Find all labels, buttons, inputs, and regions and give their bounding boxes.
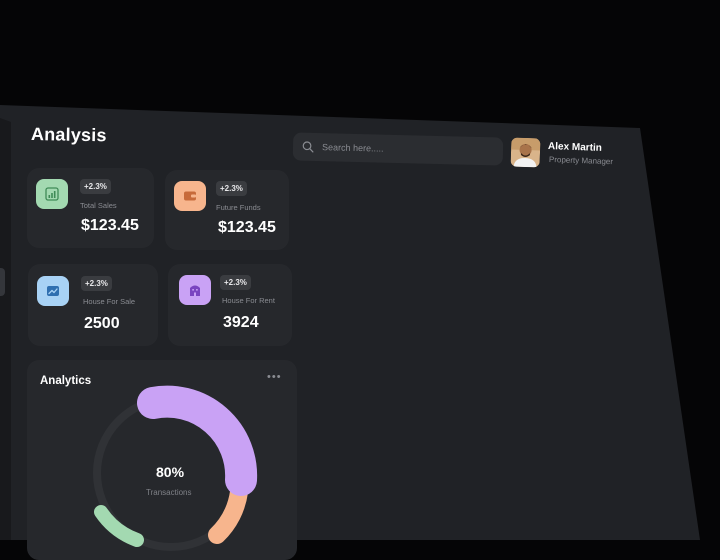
page-title: Analysis (30, 124, 107, 146)
bar-chart-icon (36, 179, 68, 209)
donut-chart (93, 385, 258, 551)
donut-segment-tertiary (94, 505, 144, 547)
stat-label: House For Rent (222, 296, 275, 305)
stat-card-house-for-rent[interactable]: +2.3% House For Rent 3924 (168, 264, 292, 346)
stat-label: Total Sales (80, 201, 117, 210)
stat-value: 2500 (84, 315, 120, 332)
change-badge: +2.3% (220, 275, 251, 290)
stat-label: House For Sale (83, 297, 136, 306)
change-badge: +2.3% (216, 181, 247, 196)
sidebar-active-indicator[interactable] (0, 268, 5, 296)
change-badge: +2.3% (81, 276, 112, 291)
donut-value: 80% (156, 464, 185, 480)
stat-value: $123.45 (218, 219, 276, 236)
stat-card-house-for-sale[interactable]: +2.3% House For Sale 2500 (28, 264, 158, 346)
avatar[interactable] (510, 137, 541, 168)
search-bar[interactable]: Search here..... (292, 132, 504, 166)
stat-value: 3924 (223, 314, 259, 331)
donut-label: Transactions (146, 488, 192, 497)
search-input[interactable]: Search here..... (322, 142, 384, 154)
building-icon (179, 275, 211, 305)
trend-up-icon (37, 276, 69, 306)
stat-label: Future Funds (216, 203, 261, 212)
change-badge: +2.3% (80, 179, 111, 194)
wallet-icon (174, 181, 206, 211)
user-name: Alex Martin (547, 141, 603, 154)
stat-card-future-funds[interactable]: +2.3% Future Funds $123.45 (165, 170, 289, 250)
search-icon (302, 141, 314, 153)
stat-value: $123.45 (81, 217, 139, 234)
analytics-card: Analytics ••• 80% Transactions (27, 360, 297, 560)
donut-segment-secondary (208, 483, 248, 544)
stat-card-total-sales[interactable]: +2.3% Total Sales $123.45 (27, 168, 154, 248)
sidebar (0, 118, 11, 540)
